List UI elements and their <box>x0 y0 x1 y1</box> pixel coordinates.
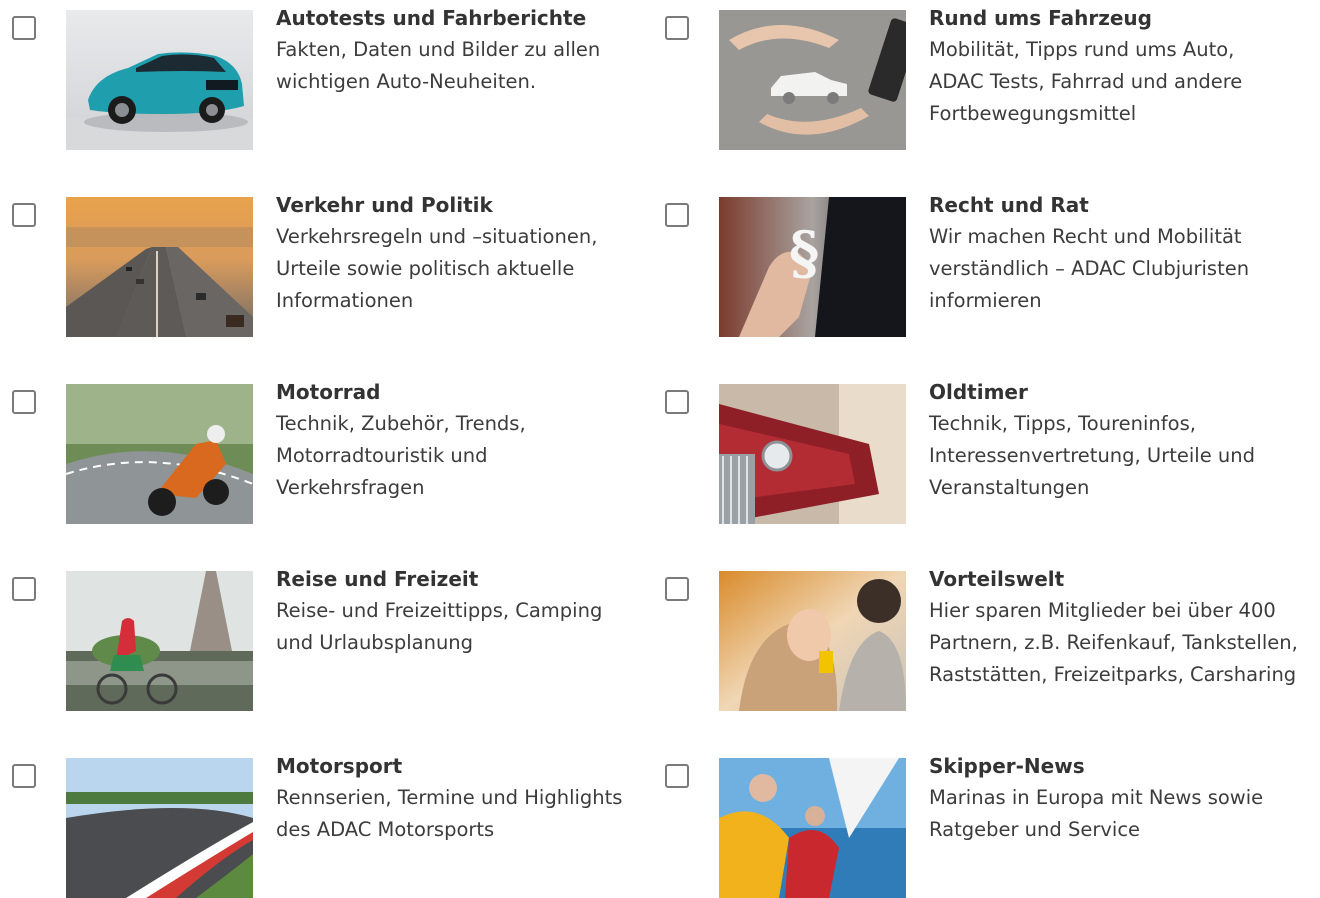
smiling-couple-photo <box>719 571 906 711</box>
topic-oldtimer: Oldtimer Technik, Tipps, Toureninfos, In… <box>653 374 1293 524</box>
motorcyclist-on-curve-photo <box>66 384 253 524</box>
topic-description: Reise- und Freizeittipps, Camping und Ur… <box>276 599 603 654</box>
topic-title[interactable]: Motorrad <box>276 378 656 406</box>
topic-title[interactable]: Oldtimer <box>929 378 1309 406</box>
cyclist-eiffel-tower-photo <box>66 571 253 711</box>
topic-title[interactable]: Skipper-News <box>929 752 1309 780</box>
topic-description: Wir machen Recht und Mobilität verständl… <box>929 225 1250 312</box>
topic-motorsport: Motorsport Rennserien, Termine und Highl… <box>0 748 640 898</box>
topic-title[interactable]: Autotests und Fahrberichte <box>276 4 656 32</box>
topic-title[interactable]: Reise und Freizeit <box>276 565 656 593</box>
topic-checkbox-motorsport[interactable] <box>12 764 36 788</box>
topic-recht-rat: § Recht und Rat Wir machen Recht und Mob… <box>653 187 1293 337</box>
hand-with-paragraph-sign-photo: § <box>719 197 906 337</box>
topic-description: Technik, Zubehör, Trends, Motorradtouris… <box>276 412 526 499</box>
sailors-on-boat-photo <box>719 758 906 898</box>
topic-autotests: Autotests und Fahrberichte Fakten, Daten… <box>0 0 640 150</box>
topic-checkbox-rund-ums-fahrzeug[interactable] <box>665 16 689 40</box>
topic-checkbox-recht-rat[interactable] <box>665 203 689 227</box>
topic-checkbox-skipper-news[interactable] <box>665 764 689 788</box>
hands-around-paper-car-photo <box>719 10 906 150</box>
topic-verkehr-politik: Verkehr und Politik Verkehrsregeln und –… <box>0 187 640 337</box>
topic-description: Mobilität, Tipps rund ums Auto, ADAC Tes… <box>929 38 1243 125</box>
topic-checkbox-autotests[interactable] <box>12 16 36 40</box>
svg-text:§: § <box>789 219 819 287</box>
topic-description: Marinas in Europa mit News sowie Ratgebe… <box>929 786 1264 841</box>
topic-title[interactable]: Verkehr und Politik <box>276 191 656 219</box>
topic-title[interactable]: Vorteilswelt <box>929 565 1309 593</box>
topic-description: Rennserien, Termine und Highlights des A… <box>276 786 623 841</box>
topic-reise-freizeit: Reise und Freizeit Reise- und Freizeitti… <box>0 561 640 711</box>
topic-vorteilswelt: Vorteilswelt Hier sparen Mitglieder bei … <box>653 561 1298 711</box>
topic-title[interactable]: Rund ums Fahrzeug <box>929 4 1309 32</box>
topic-checkbox-verkehr-politik[interactable] <box>12 203 36 227</box>
topic-checkbox-reise-freizeit[interactable] <box>12 577 36 601</box>
highway-at-sunset-photo <box>66 197 253 337</box>
race-track-curve-photo <box>66 758 253 898</box>
topic-title[interactable]: Recht und Rat <box>929 191 1309 219</box>
blue-electric-car-photo <box>66 10 253 150</box>
topic-description: Fakten, Daten und Bilder zu allen wichti… <box>276 38 601 93</box>
topic-motorrad: Motorrad Technik, Zubehör, Trends, Motor… <box>0 374 640 524</box>
topic-checkbox-vorteilswelt[interactable] <box>665 577 689 601</box>
topic-skipper-news: Skipper-News Marinas in Europa mit News … <box>653 748 1293 898</box>
newsletter-topic-grid: Autotests und Fahrberichte Fakten, Daten… <box>0 0 1320 898</box>
topic-checkbox-oldtimer[interactable] <box>665 390 689 414</box>
topic-description: Hier sparen Mitglieder bei über 400 Part… <box>929 599 1298 686</box>
topic-checkbox-motorrad[interactable] <box>12 390 36 414</box>
topic-description: Verkehrsregeln und –situationen, Urteile… <box>276 225 598 312</box>
topic-description: Technik, Tipps, Toureninfos, Interessenv… <box>929 412 1255 499</box>
topic-title[interactable]: Motorsport <box>276 752 656 780</box>
classic-red-car-row-photo <box>719 384 906 524</box>
topic-rund-ums-fahrzeug: Rund ums Fahrzeug Mobilität, Tipps rund … <box>653 0 1293 150</box>
